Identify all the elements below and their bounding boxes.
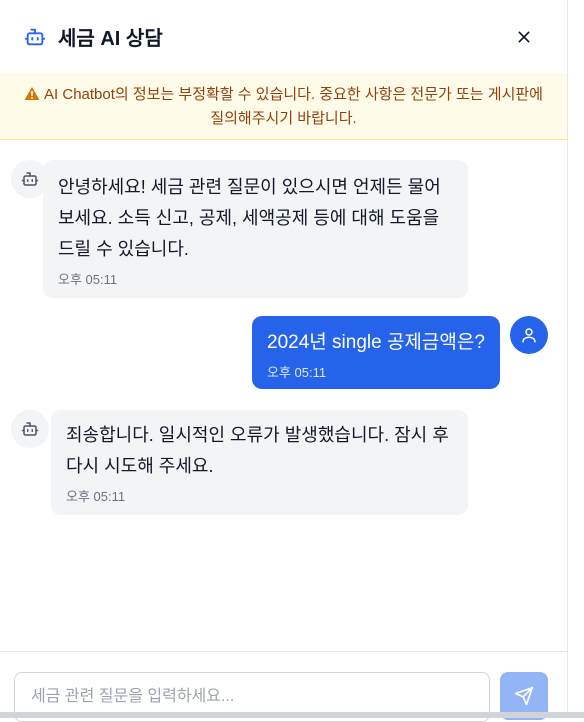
horizontal-scrollbar[interactable] (0, 712, 584, 718)
disclaimer-text: AI Chatbot의 정보는 부정확할 수 있습니다. 중요한 사항은 전문가… (44, 86, 543, 127)
warning-icon (24, 85, 40, 100)
chat-panel: 세금 AI 상담 AI Chatbot의 정보는 부정확할 수 있습니다. 중요… (0, 0, 568, 722)
send-icon (514, 686, 534, 706)
bot-message: 죄송합니다. 일시적인 오류가 발생했습니다. 잠시 후 다시 시도해 주세요.… (51, 410, 468, 515)
message-time: 오후 05:11 (58, 272, 118, 287)
bot-avatar (11, 410, 49, 448)
message-text: 죄송합니다. 일시적인 오류가 발생했습니다. 잠시 후 다시 시도해 주세요. (66, 425, 449, 476)
user-message: 2024년 single 공제금액은? 오후 05:11 (252, 316, 500, 389)
message-text: 2024년 single 공제금액은? (267, 332, 485, 353)
bot-icon (24, 25, 48, 49)
chat-footer (0, 651, 567, 722)
message-list: 안녕하세요! 세금 관련 질문이 있으시면 언제든 물어보세요. 소득 신고, … (0, 141, 567, 651)
user-avatar (510, 316, 548, 354)
bot-message: 안녕하세요! 세금 관련 질문이 있으시면 언제든 물어보세요. 소득 신고, … (43, 160, 468, 298)
chat-title: 세금 AI 상담 (58, 28, 163, 50)
message-time: 오후 05:11 (66, 489, 126, 504)
close-icon[interactable] (515, 28, 533, 46)
disclaimer-banner: AI Chatbot의 정보는 부정확할 수 있습니다. 중요한 사항은 전문가… (0, 73, 567, 140)
chat-header: 세금 AI 상담 (0, 0, 567, 73)
message-time: 오후 05:11 (267, 365, 327, 380)
message-text: 안녕하세요! 세금 관련 질문이 있으시면 언제든 물어보세요. 소득 신고, … (58, 177, 441, 259)
